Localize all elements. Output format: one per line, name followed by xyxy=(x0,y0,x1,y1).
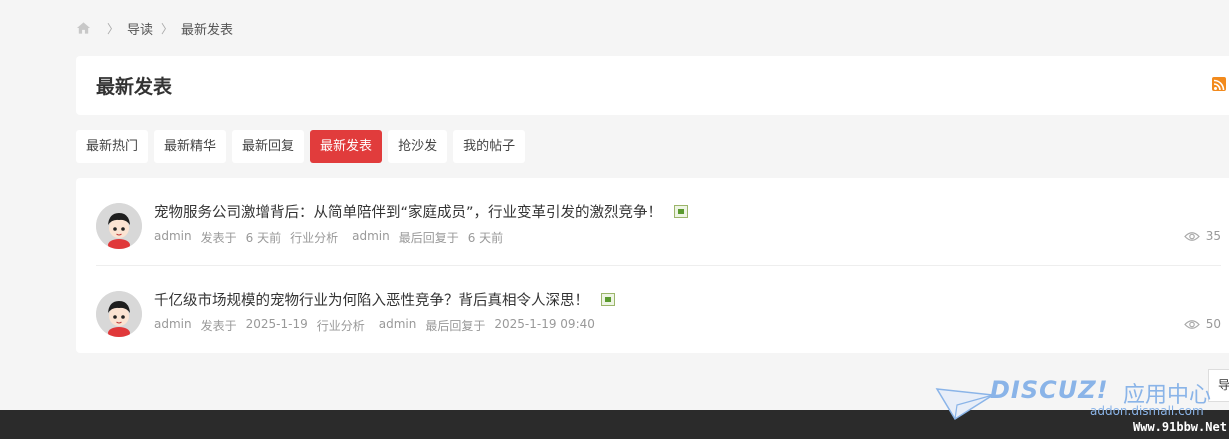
page-header: 最新发表 xyxy=(76,56,1229,115)
view-count-value: 50 xyxy=(1205,317,1221,331)
image-attachment-icon xyxy=(601,293,615,306)
last-reply-label: 最后回复于 xyxy=(398,231,459,245)
last-reply-time: 2025-1-19 09:40 xyxy=(494,317,595,331)
watermark-domain: addon.dismall.com xyxy=(1090,404,1204,418)
tab-my-posts[interactable]: 我的帖子 xyxy=(453,130,526,163)
thread-row: 千亿级市场规模的宠物行业为何陷入恶性竞争？背后真相令人深思！ admin 发表于… xyxy=(96,266,1221,354)
paper-plane-icon xyxy=(935,388,995,421)
watermark: DISCUZ! 应用中心 addon.dismall.com Www.91bbw… xyxy=(935,376,1229,439)
page-title: 最新发表 xyxy=(96,76,173,98)
breadcrumb-separator: 〉 xyxy=(107,21,120,36)
eye-icon xyxy=(1183,319,1200,329)
last-reply-label: 最后回复于 xyxy=(425,319,486,333)
thread-title-text[interactable]: 宠物服务公司激增背后：从简单陪伴到“家庭成员”，行业变革引发的激烈竞争！ xyxy=(154,201,662,222)
forum-link[interactable]: 行业分析 xyxy=(290,229,338,246)
breadcrumb-link-latest[interactable]: 最新发表 xyxy=(181,19,233,38)
last-reply-time: 6 天前 xyxy=(467,231,504,245)
thread-meta: admin 发表于 2025-1-19 行业分析 admin 最后回复于 202… xyxy=(154,317,604,334)
watermark-logo: DISCUZ! xyxy=(990,376,1109,404)
forum-link[interactable]: 行业分析 xyxy=(317,317,365,334)
last-reply-user-link[interactable]: admin xyxy=(352,229,390,246)
avatar[interactable] xyxy=(96,203,142,249)
posted-time: 6 天前 xyxy=(245,231,282,245)
thread-row: 宠物服务公司激增背后：从简单陪伴到“家庭成员”，行业变革引发的激烈竞争！ adm… xyxy=(96,178,1221,266)
author-link[interactable]: admin xyxy=(154,229,192,246)
tab-digest[interactable]: 最新精华 xyxy=(154,130,227,163)
posted-label: 发表于 xyxy=(200,319,237,333)
view-count: 50 xyxy=(1183,317,1221,331)
thread-title[interactable]: 千亿级市场规模的宠物行业为何陷入恶性竞争？背后真相令人深思！ xyxy=(154,289,615,310)
watermark-site: Www.91bbw.Net xyxy=(1133,420,1227,434)
view-count: 35 xyxy=(1183,229,1221,243)
breadcrumb: 〉 导读 〉 最新发表 xyxy=(76,19,233,38)
tab-hot[interactable]: 最新热门 xyxy=(76,130,149,163)
filter-tabs: 最新热门 最新精华 最新回复 最新发表 抢沙发 我的帖子 xyxy=(76,130,526,163)
thread-title-text[interactable]: 千亿级市场规模的宠物行业为何陷入恶性竞争？背后真相令人深思！ xyxy=(154,289,589,310)
author-link[interactable]: admin xyxy=(154,317,192,334)
thread-meta: admin 发表于 6 天前 行业分析 admin 最后回复于 6 天前 xyxy=(154,229,512,246)
eye-icon xyxy=(1183,231,1200,241)
posted-time: 2025-1-19 xyxy=(245,317,308,331)
rss-icon[interactable] xyxy=(1212,77,1226,91)
breadcrumb-separator: 〉 xyxy=(161,21,174,36)
posted-label: 发表于 xyxy=(200,231,237,245)
thread-list: 宠物服务公司激增背后：从简单陪伴到“家庭成员”，行业变革引发的激烈竞争！ adm… xyxy=(76,178,1229,353)
tab-sofa[interactable]: 抢沙发 xyxy=(388,130,448,163)
avatar[interactable] xyxy=(96,291,142,337)
tab-latest-post[interactable]: 最新发表 xyxy=(310,130,383,163)
home-icon[interactable] xyxy=(76,21,91,35)
last-reply-user-link[interactable]: admin xyxy=(379,317,417,334)
breadcrumb-link-guide[interactable]: 导读 xyxy=(127,19,153,38)
tab-latest-reply[interactable]: 最新回复 xyxy=(232,130,305,163)
view-count-value: 35 xyxy=(1205,229,1221,243)
thread-title[interactable]: 宠物服务公司激增背后：从简单陪伴到“家庭成员”，行业变革引发的激烈竞争！ xyxy=(154,201,689,222)
image-attachment-icon xyxy=(674,205,689,218)
